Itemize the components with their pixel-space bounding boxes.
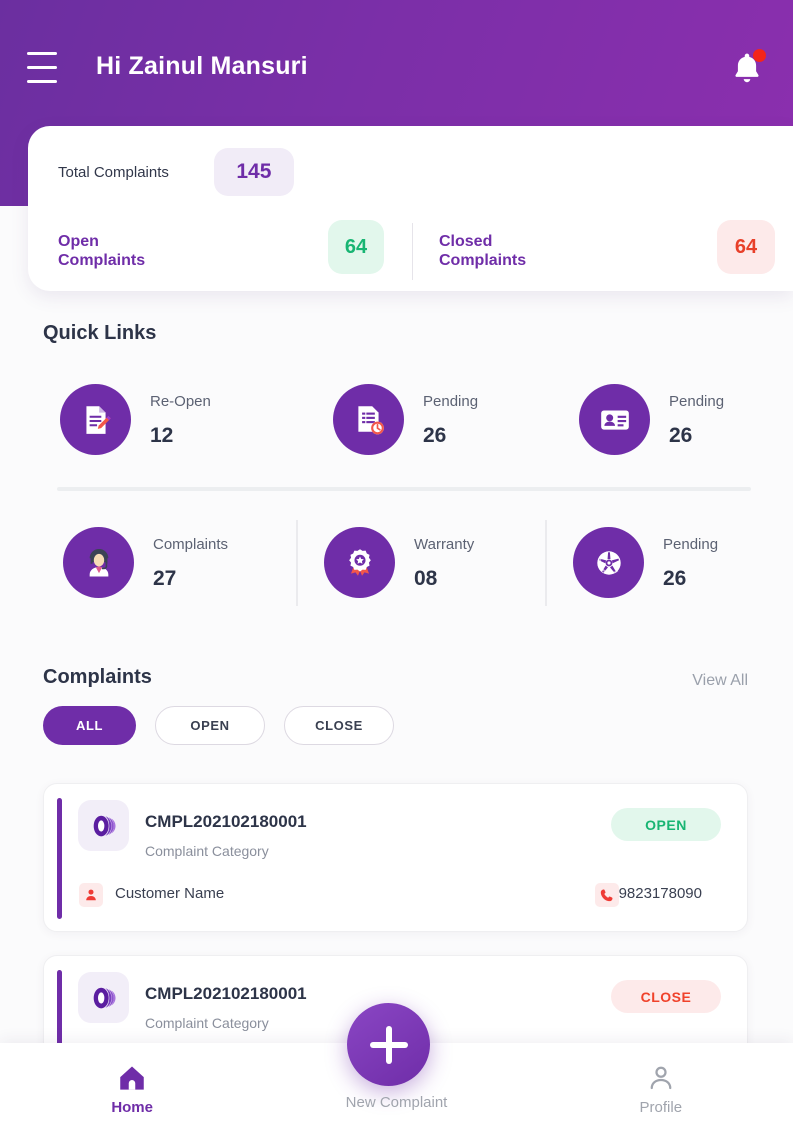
closed-complaints-value: 64 bbox=[717, 220, 775, 274]
open-complaints-block[interactable]: Open Complaints 64 bbox=[28, 212, 412, 291]
phone-glyph-icon bbox=[600, 889, 613, 902]
quick-link-warranty[interactable]: Warranty 08 bbox=[249, 527, 498, 598]
status-badge: OPEN bbox=[611, 808, 721, 841]
phone-icon[interactable] bbox=[595, 883, 619, 907]
quick-link-value: 12 bbox=[150, 423, 174, 447]
quick-links-row-1: Re-Open 12 Pending 26 Pending 26 bbox=[0, 384, 793, 455]
complaint-category: Complaint Category bbox=[145, 1015, 269, 1031]
complaints-title: Complaints bbox=[43, 666, 152, 688]
complaint-card[interactable]: CMPL202102180001 Complaint Category OPEN… bbox=[43, 783, 748, 932]
id-card-icon bbox=[600, 409, 629, 430]
quick-link-value: 26 bbox=[663, 566, 687, 590]
quick-link-label: Re-Open bbox=[150, 392, 211, 410]
document-edit-icon bbox=[85, 405, 111, 434]
open-complaints-label-line1: Open bbox=[58, 232, 99, 250]
quick-link-icon-wrap bbox=[63, 527, 134, 598]
stats-divider bbox=[412, 223, 413, 280]
complaint-code: CMPL202102180001 bbox=[145, 812, 307, 831]
complaint-icon-wrap bbox=[78, 972, 129, 1023]
quick-link-value: 26 bbox=[669, 423, 693, 447]
quick-link-text: Pending 26 bbox=[669, 394, 724, 446]
card-accent-bar bbox=[57, 798, 62, 919]
quick-link-label: Complaints bbox=[153, 535, 229, 553]
tyre-icon bbox=[93, 987, 116, 1008]
quick-link-text: Complaints 27 bbox=[153, 537, 228, 589]
quick-links-title: Quick Links bbox=[43, 322, 157, 344]
quick-link-label: Warranty bbox=[414, 535, 475, 553]
document-clock-icon bbox=[357, 405, 384, 434]
stats-card: Total Complaints 145 Open Complaints 64 … bbox=[28, 126, 793, 291]
filter-tab-open[interactable]: OPEN bbox=[155, 706, 265, 745]
quick-links-row-2: Complaints 27 Warranty 08 Pending 26 bbox=[0, 527, 793, 598]
complaint-icon-wrap bbox=[78, 800, 129, 851]
tyre-icon bbox=[93, 815, 116, 836]
hamburger-menu-icon[interactable] bbox=[27, 52, 57, 83]
complaint-category: Complaint Category bbox=[145, 843, 269, 859]
open-complaints-label: Open Complaints bbox=[58, 233, 218, 270]
quick-link-label: Pending bbox=[669, 392, 725, 410]
total-complaints-label: Total Complaints bbox=[58, 163, 169, 181]
person-icon bbox=[79, 883, 103, 907]
award-ribbon-icon bbox=[348, 548, 371, 576]
quick-link-pending-documents[interactable]: Pending 26 bbox=[247, 384, 494, 455]
total-complaints-value: 145 bbox=[213, 148, 294, 196]
hamburger-bar bbox=[27, 80, 57, 83]
view-all-link[interactable]: View All bbox=[692, 672, 748, 690]
stats-bottom-row: Open Complaints 64 Closed Complaints 64 bbox=[28, 212, 793, 291]
quick-link-pending-wheels[interactable]: Pending 26 bbox=[498, 527, 748, 598]
quick-link-text: Warranty 08 bbox=[414, 537, 474, 589]
closed-complaints-label: Closed Complaints bbox=[439, 233, 599, 270]
hamburger-bar bbox=[27, 52, 57, 55]
quick-link-value: 26 bbox=[423, 423, 447, 447]
wheel-rim-icon bbox=[596, 550, 621, 575]
nav-label-home: Home bbox=[111, 1098, 153, 1116]
total-complaints-row: Total Complaints 145 bbox=[58, 142, 758, 202]
quick-link-value: 08 bbox=[414, 566, 438, 590]
quick-link-icon-wrap bbox=[324, 527, 395, 598]
quick-links-vertical-divider bbox=[545, 520, 547, 606]
hamburger-bar bbox=[27, 66, 57, 69]
notification-button[interactable] bbox=[726, 48, 768, 90]
plus-icon bbox=[385, 1025, 392, 1064]
person-icon bbox=[650, 1066, 672, 1089]
support-agent-icon bbox=[89, 548, 108, 576]
new-complaint-fab[interactable] bbox=[347, 1003, 430, 1086]
closed-complaints-label-line1: Closed bbox=[439, 232, 493, 250]
quick-link-re-open[interactable]: Re-Open 12 bbox=[0, 384, 247, 455]
quick-link-icon-wrap bbox=[573, 527, 644, 598]
quick-link-text: Pending 26 bbox=[663, 537, 718, 589]
complaints-filter-tabs: ALL OPEN CLOSE bbox=[43, 706, 394, 745]
closed-complaints-label-line2: Complaints bbox=[439, 251, 527, 269]
home-icon bbox=[120, 1066, 144, 1090]
page-title: Hi Zainul Mansuri bbox=[96, 52, 308, 80]
closed-complaints-block[interactable]: Closed Complaints 64 bbox=[412, 212, 793, 291]
filter-tab-close[interactable]: CLOSE bbox=[284, 706, 394, 745]
quick-link-icon-wrap bbox=[579, 384, 650, 455]
customer-name: Customer Name bbox=[115, 885, 225, 902]
open-complaints-label-line2: Complaints bbox=[58, 251, 146, 269]
quick-link-label: Pending bbox=[423, 392, 479, 410]
notification-badge-dot bbox=[753, 49, 766, 62]
quick-link-pending-customers[interactable]: Pending 26 bbox=[494, 384, 744, 455]
status-badge: CLOSE bbox=[611, 980, 721, 1013]
quick-link-label: Pending bbox=[663, 535, 719, 553]
nav-item-profile[interactable]: Profile bbox=[529, 1043, 793, 1135]
complaint-code: CMPL202102180001 bbox=[145, 984, 307, 1003]
quick-links-vertical-divider bbox=[296, 520, 298, 606]
nav-item-home[interactable]: Home bbox=[0, 1043, 264, 1135]
open-complaints-value: 64 bbox=[328, 220, 384, 274]
app-root: Hi Zainul Mansuri Total Complaints 145 O… bbox=[0, 0, 793, 1135]
customer-phone: 9823178090 bbox=[618, 885, 702, 902]
nav-label-profile: Profile bbox=[639, 1098, 683, 1116]
quick-link-text: Re-Open 12 bbox=[150, 394, 211, 446]
quick-link-text: Pending 26 bbox=[423, 394, 478, 446]
quick-link-icon-wrap bbox=[333, 384, 404, 455]
quick-link-icon-wrap bbox=[60, 384, 131, 455]
filter-tab-all[interactable]: ALL bbox=[43, 706, 136, 745]
quick-links-divider bbox=[57, 487, 751, 491]
quick-link-value: 27 bbox=[153, 566, 177, 590]
quick-link-complaints[interactable]: Complaints 27 bbox=[0, 527, 249, 598]
person-glyph-icon bbox=[86, 889, 96, 901]
